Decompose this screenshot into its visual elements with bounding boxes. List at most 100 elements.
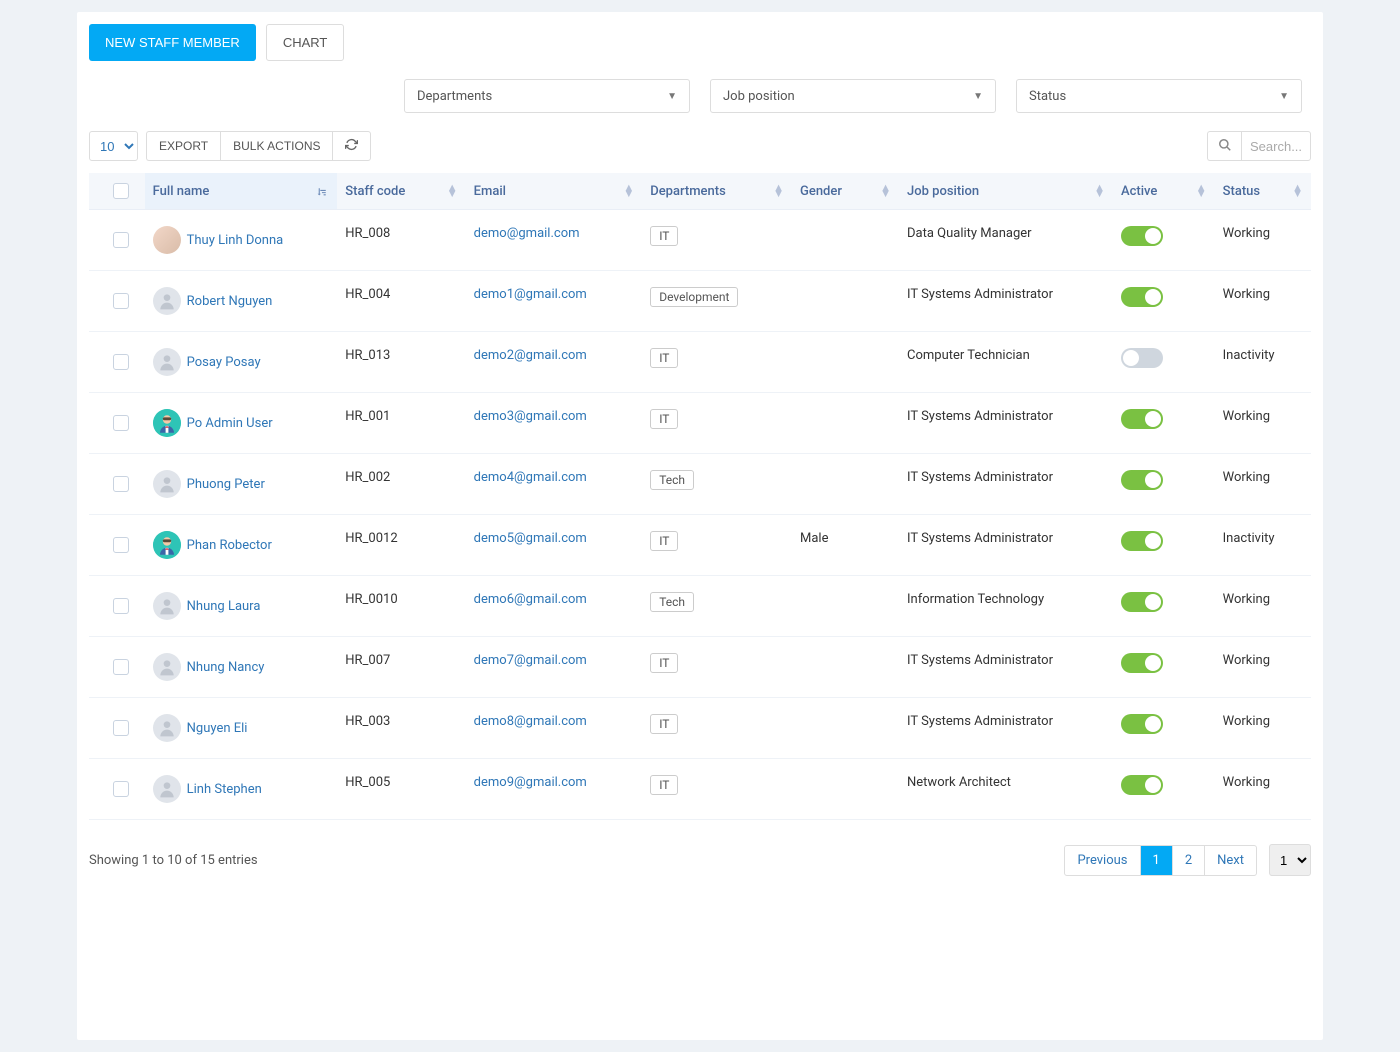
active-toggle[interactable] [1121,287,1163,307]
search-icon [1218,138,1232,155]
job-position-filter-label: Job position [723,89,795,104]
table-row: Thuy Linh DonnaHR_008demo@gmail.comITDat… [89,210,1311,271]
staff-email-link[interactable]: demo@gmail.com [474,226,580,241]
staff-code-cell: HR_0010 [337,576,465,637]
staff-email-link[interactable]: demo5@gmail.com [474,531,587,546]
job-cell: IT Systems Administrator [899,393,1113,454]
pagination-prev[interactable]: Previous [1065,846,1140,875]
active-toggle[interactable] [1121,348,1163,368]
job-cell: Computer Technician [899,332,1113,393]
avatar [153,775,181,803]
staff-name-link[interactable]: Po Admin User [187,416,273,431]
gender-cell [792,698,899,759]
active-toggle[interactable] [1121,531,1163,551]
col-gender[interactable]: Gender ▲▼ [792,173,899,210]
staff-email-link[interactable]: demo1@gmail.com [474,287,587,302]
staff-name-link[interactable]: Linh Stephen [187,782,262,797]
departments-filter-label: Departments [417,89,492,104]
active-toggle[interactable] [1121,470,1163,490]
pagination-page-1[interactable]: 1 [1141,846,1173,875]
job-cell: IT Systems Administrator [899,454,1113,515]
table-row: Robert NguyenHR_004demo1@gmail.comDevelo… [89,271,1311,332]
job-cell: Data Quality Manager [899,210,1113,271]
col-staff-code[interactable]: Staff code ▲▼ [337,173,465,210]
avatar [153,409,181,437]
col-active[interactable]: Active ▲▼ [1113,173,1215,210]
status-cell: Inactivity [1215,515,1311,576]
chevron-down-icon: ▼ [973,91,983,102]
staff-name-link[interactable]: Posay Posay [187,355,261,370]
page-jump-select[interactable]: 1 [1269,844,1311,876]
bulk-actions-button[interactable]: BULK ACTIONS [220,131,332,161]
staff-email-link[interactable]: demo4@gmail.com [474,470,587,485]
refresh-icon [345,138,358,154]
staff-name-link[interactable]: Phuong Peter [187,477,265,492]
status-cell: Inactivity [1215,332,1311,393]
col-departments[interactable]: Departments ▲▼ [642,173,792,210]
active-toggle[interactable] [1121,653,1163,673]
staff-name-link[interactable]: Nhung Laura [187,599,261,614]
table-row: Posay PosayHR_013demo2@gmail.comITComput… [89,332,1311,393]
row-checkbox[interactable] [113,781,129,797]
avatar [153,531,181,559]
col-email[interactable]: Email ▲▼ [466,173,643,210]
department-tag: Tech [650,592,694,612]
active-toggle[interactable] [1121,592,1163,612]
staff-name-link[interactable]: Thuy Linh Donna [187,233,284,248]
sort-icon: ▲▼ [773,185,784,197]
sort-icon: ▲▼ [623,185,634,197]
status-filter[interactable]: Status ▼ [1016,79,1302,113]
departments-filter[interactable]: Departments ▼ [404,79,690,113]
status-cell: Working [1215,271,1311,332]
row-checkbox[interactable] [113,354,129,370]
refresh-button[interactable] [332,131,371,161]
new-staff-button[interactable]: NEW STAFF MEMBER [89,24,256,61]
pagination-page-2[interactable]: 2 [1173,846,1205,875]
row-checkbox[interactable] [113,476,129,492]
staff-email-link[interactable]: demo2@gmail.com [474,348,587,363]
status-cell: Working [1215,576,1311,637]
active-toggle[interactable] [1121,409,1163,429]
chart-button[interactable]: CHART [266,24,345,61]
col-job-position[interactable]: Job position ▲▼ [899,173,1113,210]
row-checkbox[interactable] [113,293,129,309]
page-size-select[interactable]: 10 [89,131,138,161]
staff-email-link[interactable]: demo7@gmail.com [474,653,587,668]
staff-name-link[interactable]: Robert Nguyen [187,294,273,309]
staff-code-cell: HR_004 [337,271,465,332]
staff-name-link[interactable]: Nhung Nancy [187,660,265,675]
staff-email-link[interactable]: demo9@gmail.com [474,775,587,790]
job-position-filter[interactable]: Job position ▼ [710,79,996,113]
sort-icon: ▲▼ [447,185,458,197]
row-checkbox[interactable] [113,415,129,431]
staff-email-link[interactable]: demo8@gmail.com [474,714,587,729]
active-toggle[interactable] [1121,226,1163,246]
gender-cell [792,576,899,637]
row-checkbox[interactable] [113,537,129,553]
active-toggle[interactable] [1121,775,1163,795]
search-input[interactable] [1241,131,1311,161]
staff-email-link[interactable]: demo3@gmail.com [474,409,587,424]
row-checkbox[interactable] [113,720,129,736]
job-cell: IT Systems Administrator [899,637,1113,698]
row-checkbox[interactable] [113,659,129,675]
staff-email-link[interactable]: demo6@gmail.com [474,592,587,607]
row-checkbox[interactable] [113,232,129,248]
chevron-down-icon: ▼ [667,91,677,102]
col-full-name[interactable]: Full name [145,173,338,210]
staff-name-link[interactable]: Nguyen Eli [187,721,248,736]
staff-name-link[interactable]: Phan Robector [187,538,272,553]
active-toggle[interactable] [1121,714,1163,734]
export-button[interactable]: EXPORT [146,131,220,161]
row-checkbox[interactable] [113,598,129,614]
pagination-next[interactable]: Next [1205,846,1256,875]
department-tag: Tech [650,470,694,490]
sort-icon: ▲▼ [1094,185,1105,197]
select-all-checkbox[interactable] [113,183,129,199]
pagination: Previous 1 2 Next [1064,845,1257,876]
col-status[interactable]: Status ▲▼ [1215,173,1311,210]
avatar [153,287,181,315]
job-cell: IT Systems Administrator [899,698,1113,759]
staff-code-cell: HR_001 [337,393,465,454]
search-button[interactable] [1207,131,1241,161]
